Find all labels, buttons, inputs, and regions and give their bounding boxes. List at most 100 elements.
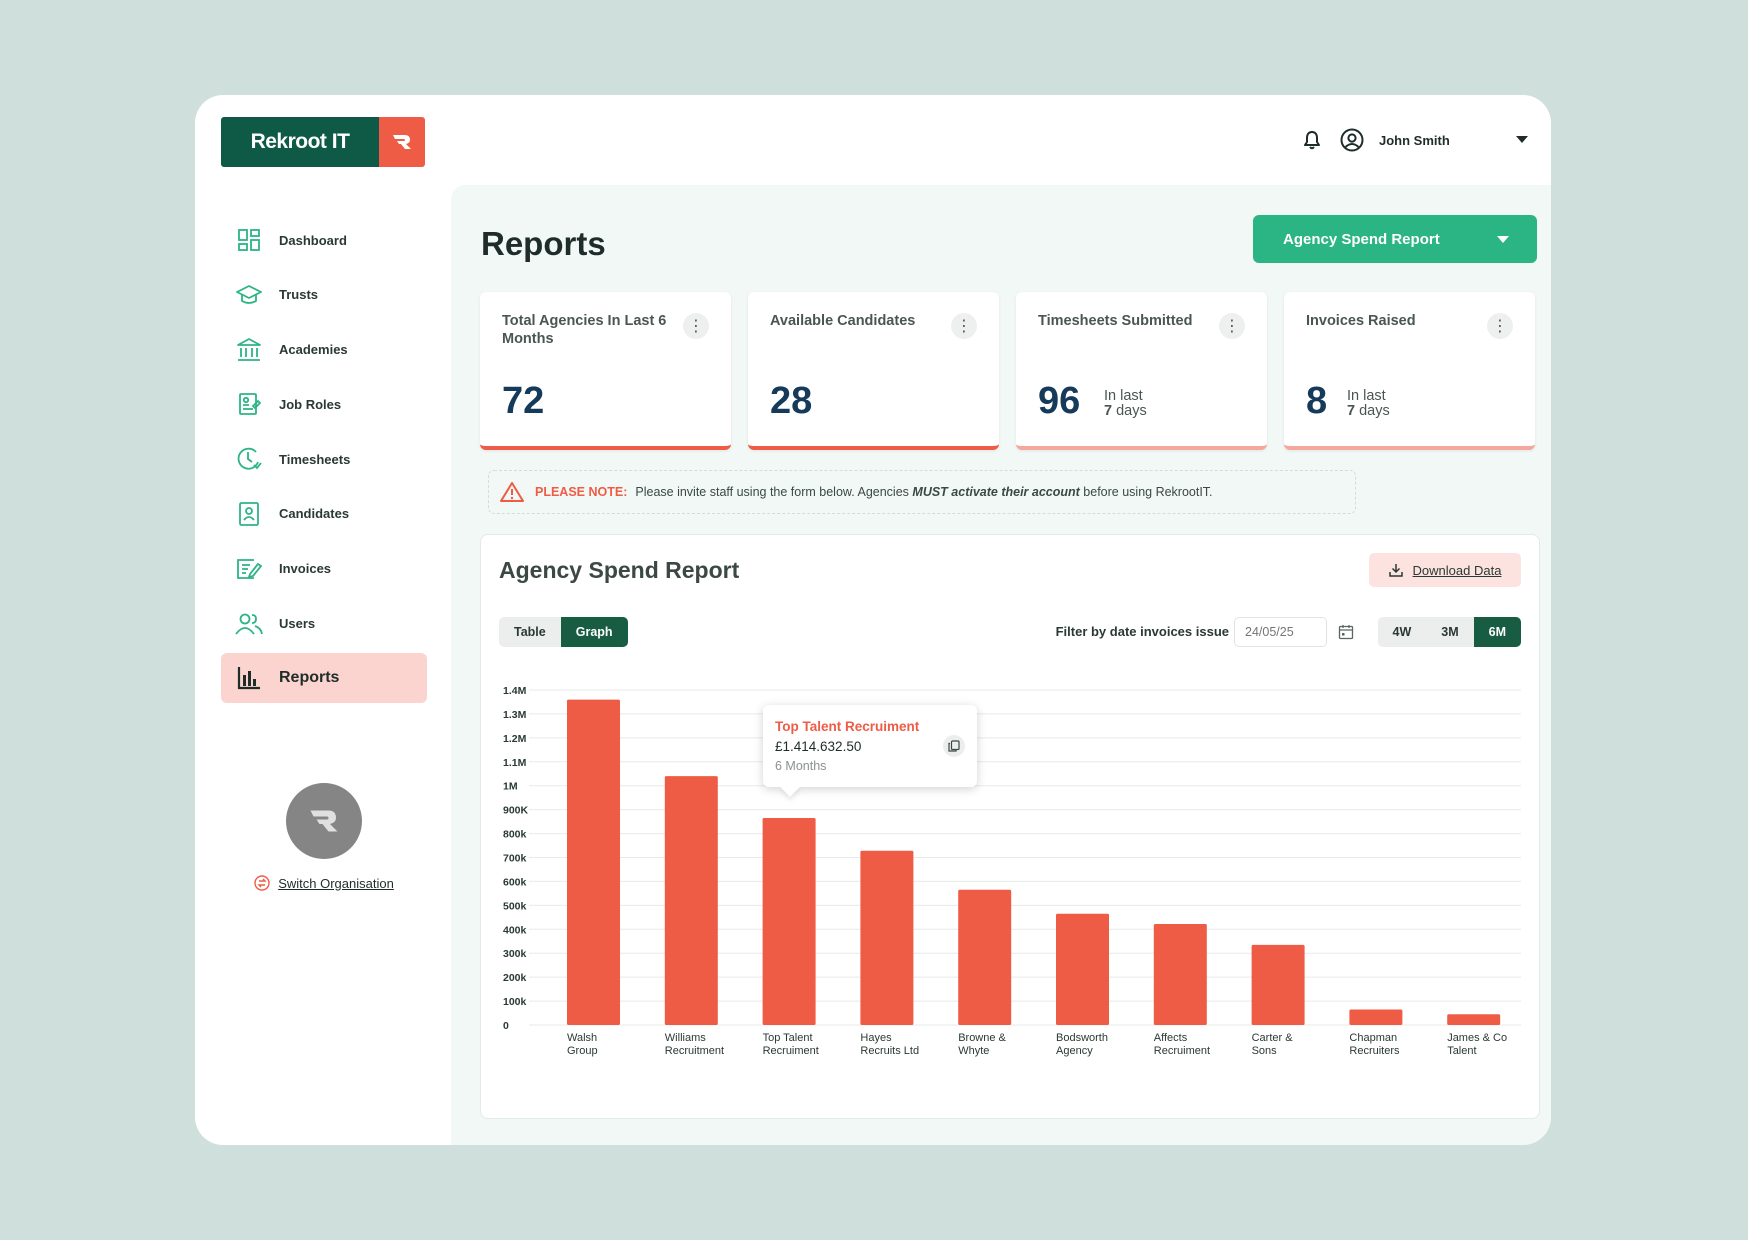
sidebar-item-job-roles[interactable]: Job Roles	[221, 379, 427, 429]
users-icon	[235, 610, 263, 638]
dashboard-icon	[235, 226, 263, 254]
sidebar-item-label: Timesheets	[279, 451, 351, 467]
y-tick-label: 300k	[503, 948, 527, 960]
chevron-down-icon	[1497, 231, 1509, 248]
kebab-menu-icon[interactable]: ⋮	[1219, 313, 1245, 339]
organisation-avatar	[286, 783, 362, 859]
sidebar-item-invoices[interactable]: Invoices	[221, 544, 427, 594]
x-tick-label: Top Talent Recruiment	[763, 1032, 819, 1057]
stat-card-timesheets-submitted: Timesheets Submitted ⋮ 96 In last 7 days	[1016, 292, 1267, 450]
stat-card-invoices-raised: Invoices Raised ⋮ 8 In last 7 days	[1284, 292, 1535, 450]
stat-value: 8	[1306, 380, 1328, 422]
stat-note-prefix: In last	[1347, 388, 1386, 404]
stat-label: Invoices Raised	[1306, 313, 1416, 329]
sidebar-item-label: Dashboard	[279, 232, 347, 248]
logo-mark-icon	[379, 117, 425, 167]
chart-bar[interactable]	[958, 889, 1012, 1025]
chart-bar[interactable]	[1251, 944, 1305, 1025]
x-tick-label: Williams Recruitment	[665, 1032, 724, 1057]
main-content: Reports Agency Spend Report Total Agenci…	[451, 185, 1551, 1145]
chart-bar[interactable]	[1153, 924, 1207, 1025]
y-tick-label: 600k	[503, 876, 527, 888]
user-name[interactable]: John Smith	[1379, 133, 1515, 148]
chart-bar[interactable]	[1349, 1009, 1403, 1025]
logo[interactable]: Rekroot IT	[221, 117, 425, 167]
stat-period-note: In last 7 days	[1104, 389, 1147, 419]
sidebar-item-label: Candidates	[279, 506, 350, 522]
sidebar-item-candidates[interactable]: Candidates	[221, 489, 427, 539]
stat-note-suffix: days	[1359, 403, 1390, 419]
sidebar-item-label: Reports	[279, 669, 340, 687]
agency-spend-bar-chart: 0 100k 200k 300k 400k 500k 600k 700k 800k 900K 1M 1…	[503, 685, 1521, 1057]
x-tick-label: Hayes Recruits Ltd	[860, 1032, 919, 1057]
y-tick-label: 1.4M	[503, 685, 527, 697]
organisation-switcher: Switch Organisation	[221, 783, 427, 891]
notice-text-before: Please invite staff using the form below…	[635, 485, 909, 499]
chart-bar[interactable]	[567, 699, 620, 1025]
graduation-cap-icon	[235, 281, 263, 309]
notice-text: Please invite staff using the form below…	[635, 485, 1212, 499]
stat-note-suffix: days	[1116, 403, 1147, 419]
switch-organisation-link[interactable]: Switch Organisation	[221, 875, 427, 891]
stat-value: 72	[502, 380, 545, 422]
stat-value: 28	[770, 380, 813, 422]
stat-card-total-agencies: Total Agencies In Last 6 Months ⋮ 72	[480, 292, 731, 450]
chart-bar[interactable]	[762, 818, 816, 1025]
stat-period-note: In last 7 days	[1347, 389, 1390, 419]
kebab-menu-icon[interactable]: ⋮	[683, 313, 709, 339]
notice-label: PLEASE NOTE:	[535, 485, 628, 499]
switch-organisation-label: Switch Organisation	[278, 875, 394, 891]
stat-label: Total Agencies In Last 6 Months	[502, 313, 667, 347]
chevron-down-icon[interactable]	[1515, 133, 1529, 147]
chart-bar[interactable]	[1056, 913, 1109, 1025]
bell-icon[interactable]	[1299, 127, 1325, 153]
chart-bar[interactable]	[860, 850, 914, 1025]
sidebar-item-users[interactable]: Users	[221, 599, 427, 649]
sidebar-item-academies[interactable]: Academies	[221, 325, 427, 375]
stat-note-count: 7	[1104, 403, 1113, 419]
report-type-selected: Agency Spend Report	[1283, 230, 1440, 248]
y-tick-label: 700k	[503, 853, 527, 865]
x-tick-label: Affects Recruiment	[1154, 1032, 1210, 1057]
tooltip-value: £1.414.632.50	[775, 739, 862, 754]
app-window: Rekroot IT John Smith Dashboard Trusts A…	[195, 95, 1551, 1145]
chart-bar[interactable]	[1447, 1014, 1501, 1025]
stat-note-prefix: In last	[1104, 388, 1143, 404]
warning-icon	[499, 480, 525, 504]
y-tick-label: 1.1M	[503, 757, 527, 769]
x-tick-label: Chapman Recruiters	[1349, 1032, 1400, 1057]
job-roles-icon	[235, 390, 263, 418]
kebab-menu-icon[interactable]: ⋮	[951, 313, 977, 339]
institution-icon	[235, 336, 263, 364]
x-tick-label: Browne & Whyte	[958, 1032, 1006, 1057]
stat-card-available-candidates: Available Candidates ⋮ 28	[748, 292, 999, 450]
notice-text-emphasis: MUST activate their account	[912, 485, 1080, 499]
sidebar-item-reports[interactable]: Reports	[221, 653, 427, 704]
y-tick-label: 200k	[503, 972, 527, 984]
sidebar-item-trusts[interactable]: Trusts	[221, 270, 427, 320]
copy-icon[interactable]	[943, 735, 965, 757]
y-tick-label: 400k	[503, 924, 527, 936]
kebab-menu-icon[interactable]: ⋮	[1487, 313, 1513, 339]
sidebar-item-dashboard[interactable]: Dashboard	[221, 215, 427, 265]
report-type-dropdown[interactable]: Agency Spend Report	[1253, 215, 1537, 263]
logo-wordmark: Rekroot IT	[221, 117, 379, 167]
stat-value: 96	[1038, 380, 1081, 422]
bar-chart-icon	[235, 664, 263, 692]
candidate-icon	[235, 500, 263, 528]
sidebar-item-timesheets[interactable]: Timesheets	[221, 434, 427, 484]
tooltip-period: 6 Months	[775, 759, 827, 773]
notice-text-after: before using RekrootIT.	[1083, 485, 1213, 499]
stat-label: Timesheets Submitted	[1038, 313, 1193, 329]
clock-icon	[235, 445, 263, 473]
stats-row: Total Agencies In Last 6 Months ⋮ 72 Ava…	[480, 292, 1535, 450]
y-tick-label: 0	[503, 1020, 509, 1032]
x-tick-label: Carter & Sons	[1252, 1032, 1294, 1057]
chart-bar[interactable]	[664, 776, 718, 1025]
sidebar-nav: Dashboard Trusts Academies Job Roles Tim…	[221, 215, 427, 708]
agency-spend-card: Agency Spend Report Download Data Table …	[480, 534, 1540, 1119]
x-tick-label: James & Co Talent	[1447, 1032, 1507, 1057]
sidebar-item-label: Job Roles	[279, 396, 342, 412]
y-tick-label: 1.3M	[503, 709, 527, 721]
user-avatar-icon[interactable]	[1339, 127, 1365, 153]
